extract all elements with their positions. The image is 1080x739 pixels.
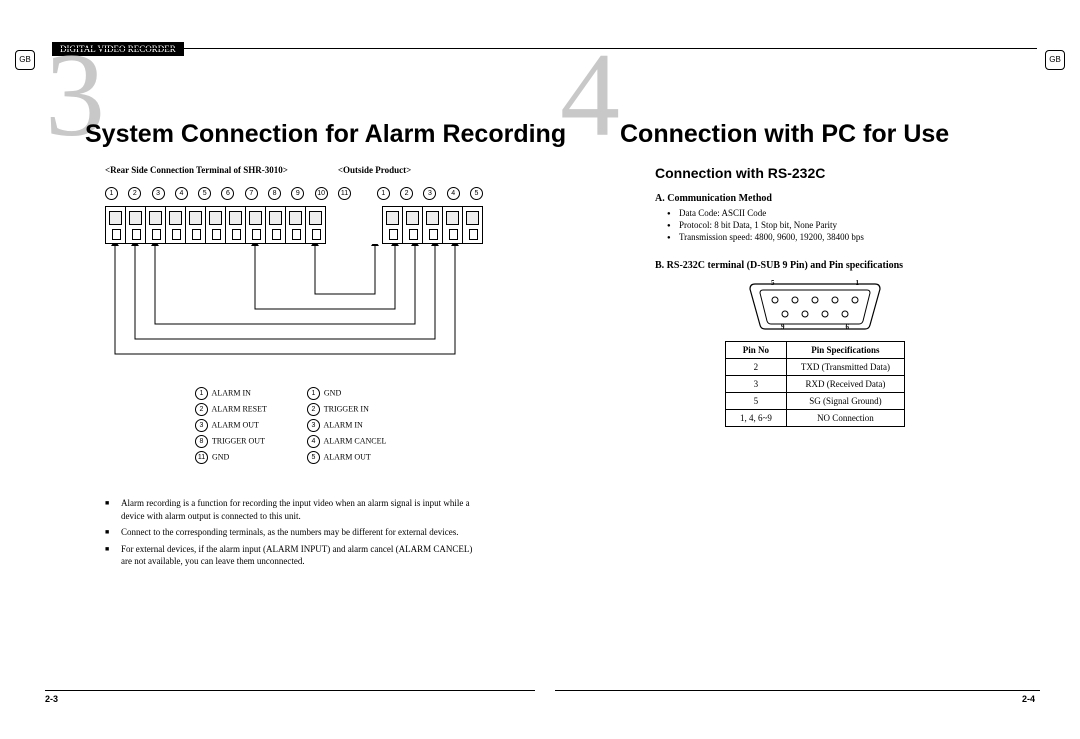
terminal-cell xyxy=(383,207,403,243)
left-page-content: <Rear Side Connection Terminal of SHR-30… xyxy=(105,165,485,572)
terminal-cell xyxy=(443,207,463,243)
table-row: 1, 4, 6~9NO Connection xyxy=(725,410,904,427)
terminal-cell xyxy=(206,207,226,243)
legend-item: 3 ALARM OUT xyxy=(195,419,267,432)
terminal-number: 1 xyxy=(377,187,390,200)
terminal-cell xyxy=(246,207,266,243)
note-item: Connect to the corresponding terminals, … xyxy=(105,526,485,539)
pin-table-head-no: Pin No xyxy=(725,342,786,359)
terminal-cell xyxy=(126,207,146,243)
terminal-number: 2 xyxy=(400,187,413,200)
terminal-cell xyxy=(463,207,482,243)
subheading-comm-method: A. Communication Method xyxy=(655,193,975,204)
terminal-cell xyxy=(403,207,423,243)
terminal-cell xyxy=(106,207,126,243)
header-rule xyxy=(52,48,1037,49)
gb-badge-right: GB xyxy=(1045,50,1065,70)
legend-item: 11 GND xyxy=(195,451,267,464)
table-row: 2TXD (Transmitted Data) xyxy=(725,359,904,376)
table-row: 3RXD (Received Data) xyxy=(725,376,904,393)
terminal-number: 7 xyxy=(245,187,258,200)
chapter-title-left: System Connection for Alarm Recording xyxy=(85,120,566,149)
terminal-number: 1 xyxy=(105,187,118,200)
dsub-pin-5-label: 5 xyxy=(771,279,775,287)
legend-item: 2 TRIGGER IN xyxy=(307,403,386,416)
legend-item: 4 ALARM CANCEL xyxy=(307,435,386,448)
right-page-content: Connection with RS-232C A. Communication… xyxy=(655,165,975,437)
page-number-left: 2-3 xyxy=(45,694,58,704)
terminal-cell xyxy=(423,207,443,243)
pin-table-head-spec: Pin Specifications xyxy=(786,342,904,359)
bullet-item: Data Code: ASCII Code xyxy=(667,208,975,218)
bullet-item: Transmission speed: 4800, 9600, 19200, 3… xyxy=(667,232,975,242)
legend-item: 2 ALARM RESET xyxy=(195,403,267,416)
terminal-number: 2 xyxy=(128,187,141,200)
terminal-number: 11 xyxy=(338,187,351,200)
wiring-diagram xyxy=(105,244,485,374)
gb-badge-left: GB xyxy=(15,50,35,70)
terminal-block-rear xyxy=(105,206,326,244)
notes-list: Alarm recording is a function for record… xyxy=(105,497,485,568)
terminal-cell xyxy=(266,207,286,243)
terminal-cell xyxy=(226,207,246,243)
terminal-label-rear: <Rear Side Connection Terminal of SHR-30… xyxy=(105,165,288,175)
terminal-cell xyxy=(286,207,306,243)
terminal-label-outside: <Outside Product> xyxy=(338,165,411,175)
chapter-number-4: 4 xyxy=(560,35,620,155)
terminal-number: 5 xyxy=(198,187,211,200)
note-item: For external devices, if the alarm input… xyxy=(105,543,485,568)
chapter-title-right: Connection with PC for Use xyxy=(620,120,949,149)
legend-item: 3 ALARM IN xyxy=(307,419,386,432)
subheading-dsub: B. RS-232C terminal (D-SUB 9 Pin) and Pi… xyxy=(655,260,975,271)
terminal-cell xyxy=(166,207,186,243)
terminal-cell xyxy=(146,207,166,243)
dsub-connector-diagram: 5 1 9 6 xyxy=(745,281,885,331)
terminal-number: 4 xyxy=(447,187,460,200)
terminal-number: 9 xyxy=(291,187,304,200)
legend-column-2: 1 GND 2 TRIGGER IN 3 ALARM IN 4 ALARM CANCE… xyxy=(307,384,386,467)
dsub-pin-9-label: 9 xyxy=(781,323,785,331)
legend-item: 5 ALARM OUT xyxy=(307,451,386,464)
pin-spec-table: Pin No Pin Specifications 2TXD (Transmit… xyxy=(725,341,905,427)
legend-item: 8 TRIGGER OUT xyxy=(195,435,267,448)
dsub-pin-6-label: 6 xyxy=(846,323,850,331)
table-row: 5SG (Signal Ground) xyxy=(725,393,904,410)
legend-item: 1 ALARM IN xyxy=(195,387,267,400)
terminal-number: 5 xyxy=(470,187,483,200)
dsub-pin-1-label: 1 xyxy=(856,279,860,287)
bullet-item: Protocol: 8 bit Data, 1 Stop bit, None P… xyxy=(667,220,975,230)
terminal-cell xyxy=(186,207,206,243)
terminal-number: 8 xyxy=(268,187,281,200)
page-number-right: 2-4 xyxy=(1022,694,1035,704)
legend-column-1: 1 ALARM IN 2 ALARM RESET 3 ALARM OUT 8 TRIG… xyxy=(195,384,267,467)
note-item: Alarm recording is a function for record… xyxy=(105,497,485,522)
footer-rule-right xyxy=(555,690,1040,691)
section-heading-rs232c: Connection with RS-232C xyxy=(655,165,975,181)
terminal-number: 3 xyxy=(423,187,436,200)
footer-rule-left xyxy=(45,690,535,691)
terminal-cell xyxy=(306,207,325,243)
terminal-number: 6 xyxy=(221,187,234,200)
terminal-number: 4 xyxy=(175,187,188,200)
terminal-number: 10 xyxy=(315,187,328,200)
terminal-number: 3 xyxy=(152,187,165,200)
terminal-block-outside xyxy=(382,206,483,244)
legend-item: 1 GND xyxy=(307,387,386,400)
